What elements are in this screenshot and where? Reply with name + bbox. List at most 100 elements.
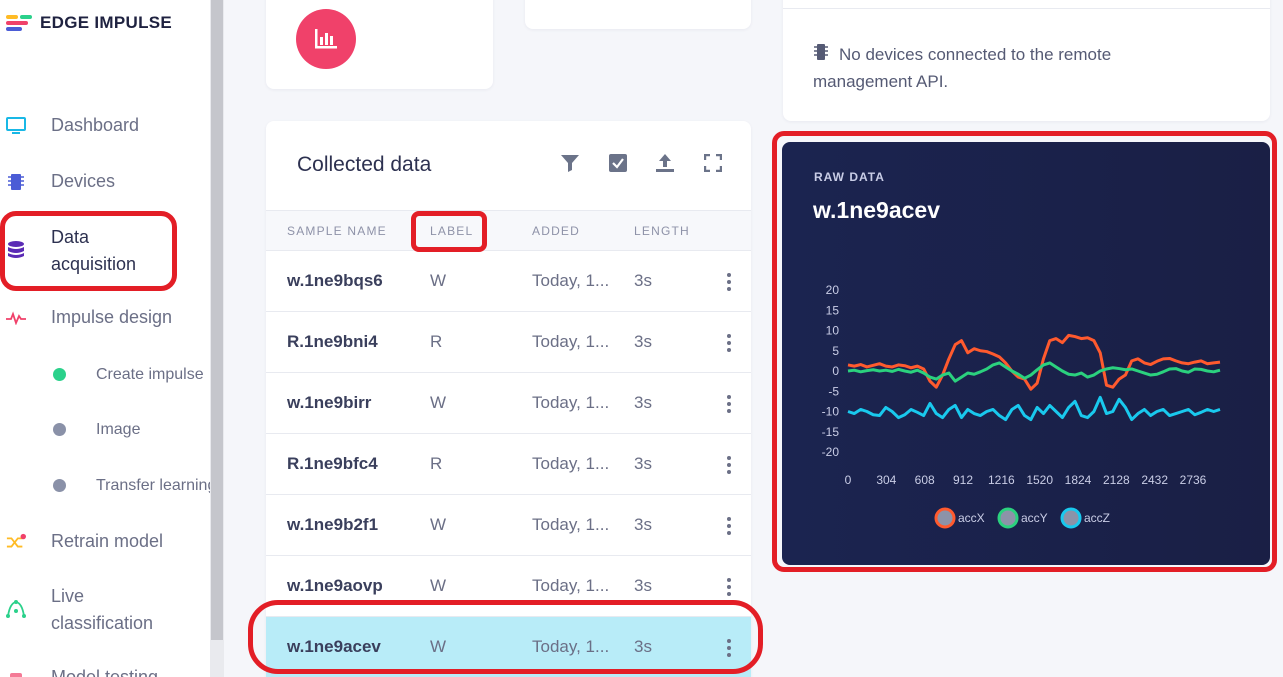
y-tick-label: 0 — [832, 364, 839, 378]
sample-length: 3s — [634, 515, 652, 534]
sample-added: Today, 1... — [532, 454, 610, 473]
x-tick-label: 1216 — [988, 473, 1015, 487]
sidebar-item-model-testing[interactable]: Model testing — [0, 664, 210, 677]
sample-added: Today, 1... — [532, 515, 610, 534]
table-row[interactable]: w.1ne9aovp W Today, 1... 3s — [266, 556, 751, 617]
upload-icon[interactable] — [653, 152, 677, 174]
table-row[interactable]: w.1ne9birr W Today, 1... 3s — [266, 373, 751, 434]
y-tick-label: -10 — [822, 405, 840, 419]
sample-name: w.1ne9aovp — [287, 576, 383, 595]
x-tick-label: 1824 — [1065, 473, 1092, 487]
legend-swatch — [934, 507, 956, 529]
status-dot-icon — [53, 479, 66, 492]
legend-item-accX[interactable]: accX — [934, 507, 985, 529]
sidebar-item-label-line2: classification — [51, 613, 154, 633]
y-tick-label: -15 — [822, 425, 840, 439]
column-header-sample-name[interactable]: SAMPLE NAME — [287, 224, 387, 238]
legend-label: accZ — [1084, 511, 1110, 525]
pulse-icon — [6, 308, 26, 328]
sidebar-item-label-line2: acquisition — [51, 254, 137, 274]
sidebar-subitem-transfer-learning[interactable]: Transfer learning — [0, 477, 210, 497]
row-menu-icon[interactable] — [726, 578, 732, 596]
sidebar-item-live-classification[interactable]: Live classification — [0, 583, 210, 637]
database-icon — [6, 240, 26, 260]
sample-name: w.1ne9b2f1 — [287, 515, 379, 534]
column-header-length[interactable]: LENGTH — [634, 224, 690, 238]
y-tick-label: -5 — [828, 384, 839, 398]
y-tick-label: 15 — [826, 303, 840, 317]
sidebar-item-label: Retrain model — [51, 531, 164, 551]
network-icon — [6, 599, 26, 619]
legend-item-accZ[interactable]: accZ — [1060, 507, 1110, 529]
row-menu-icon[interactable] — [726, 395, 732, 413]
y-tick-label: 10 — [826, 324, 840, 338]
summary-card-2 — [525, 0, 751, 29]
raw-data-title: w.1ne9acev — [813, 197, 941, 223]
x-tick-label: 2128 — [1103, 473, 1130, 487]
sidebar: EDGE IMPULSE Dashboard Devices Data acqu… — [0, 0, 210, 677]
sidebar-item-retrain-model[interactable]: Retrain model — [0, 528, 210, 555]
sidebar-item-impulse-design[interactable]: Impulse design — [0, 304, 210, 331]
status-dot-icon — [53, 368, 66, 381]
y-tick-label: -20 — [822, 445, 840, 459]
brand-logo[interactable]: EDGE IMPULSE — [6, 13, 172, 33]
sample-label: W — [430, 271, 447, 290]
sample-length: 3s — [634, 393, 652, 412]
x-tick-label: 1520 — [1026, 473, 1053, 487]
x-tick-label: 912 — [953, 473, 973, 487]
sample-name: w.1ne9acev — [287, 637, 381, 656]
sidebar-item-dashboard[interactable]: Dashboard — [0, 112, 210, 139]
sidebar-item-label-line1: Live — [51, 586, 85, 606]
column-header-label[interactable]: LABEL — [430, 224, 473, 238]
bar-chart-icon — [315, 29, 337, 49]
sample-name: R.1ne9bfc4 — [287, 454, 378, 473]
sidebar-item-devices[interactable]: Devices — [0, 168, 210, 195]
sample-name: w.1ne9birr — [287, 393, 372, 412]
flask-icon — [6, 668, 26, 677]
edge-impulse-logo-icon — [6, 13, 34, 33]
sidebar-scrollbar-thumb[interactable] — [211, 0, 223, 640]
filter-icon[interactable] — [558, 152, 582, 174]
sidebar-subitem-label: Create impulse — [96, 366, 204, 383]
series-line-accZ — [847, 395, 1221, 422]
sample-label: W — [430, 637, 447, 656]
sample-added: Today, 1... — [532, 637, 610, 656]
select-icon[interactable] — [606, 152, 630, 174]
legend-label: accX — [958, 511, 985, 525]
row-menu-icon[interactable] — [726, 334, 732, 352]
sample-length: 3s — [634, 454, 652, 473]
sample-length: 3s — [634, 637, 652, 656]
x-tick-label: 2736 — [1180, 473, 1207, 487]
row-menu-icon[interactable] — [726, 517, 732, 535]
status-dot-icon — [53, 423, 66, 436]
legend-label: accY — [1021, 511, 1048, 525]
chip-icon — [814, 44, 828, 60]
chip-icon — [6, 172, 26, 192]
table-row[interactable]: w.1ne9b2f1 W Today, 1... 3s — [266, 495, 751, 556]
row-menu-icon[interactable] — [726, 639, 732, 657]
table-row[interactable]: w.1ne9bqs6 W Today, 1... 3s — [266, 251, 751, 312]
row-menu-icon[interactable] — [726, 456, 732, 474]
sample-added: Today, 1... — [532, 393, 610, 412]
table-row-selected[interactable]: w.1ne9acev W Today, 1... 3s — [266, 617, 751, 677]
row-menu-icon[interactable] — [726, 273, 732, 291]
column-header-added[interactable]: ADDED — [532, 224, 580, 238]
legend-item-accY[interactable]: accY — [997, 507, 1048, 529]
raw-data-eyebrow: RAW DATA — [814, 170, 885, 184]
sidebar-subitem-label: Transfer learning — [96, 477, 210, 494]
sample-label: W — [430, 515, 447, 534]
x-tick-label: 2432 — [1141, 473, 1168, 487]
table-header: SAMPLE NAME LABEL ADDED LENGTH — [266, 210, 751, 251]
sidebar-subitem-create-impulse[interactable]: Create impulse — [0, 366, 210, 386]
sidebar-item-label: Dashboard — [51, 115, 140, 135]
sample-added: Today, 1... — [532, 576, 610, 595]
sidebar-item-data-acquisition[interactable]: Data acquisition — [0, 224, 210, 278]
sample-label: R — [430, 454, 443, 473]
sidebar-subitem-image[interactable]: Image — [0, 421, 210, 441]
sidebar-subitem-label: Image — [96, 421, 141, 438]
raw-data-chart: 20 15 10 5 0 -5 -10 -15 -20 0 304 608 912 1216 1520 182… — [822, 283, 1221, 529]
table-row[interactable]: R.1ne9bni4 R Today, 1... 3s — [266, 312, 751, 373]
sample-length: 3s — [634, 271, 652, 290]
table-row[interactable]: R.1ne9bfc4 R Today, 1... 3s — [266, 434, 751, 495]
expand-icon[interactable] — [701, 152, 725, 174]
